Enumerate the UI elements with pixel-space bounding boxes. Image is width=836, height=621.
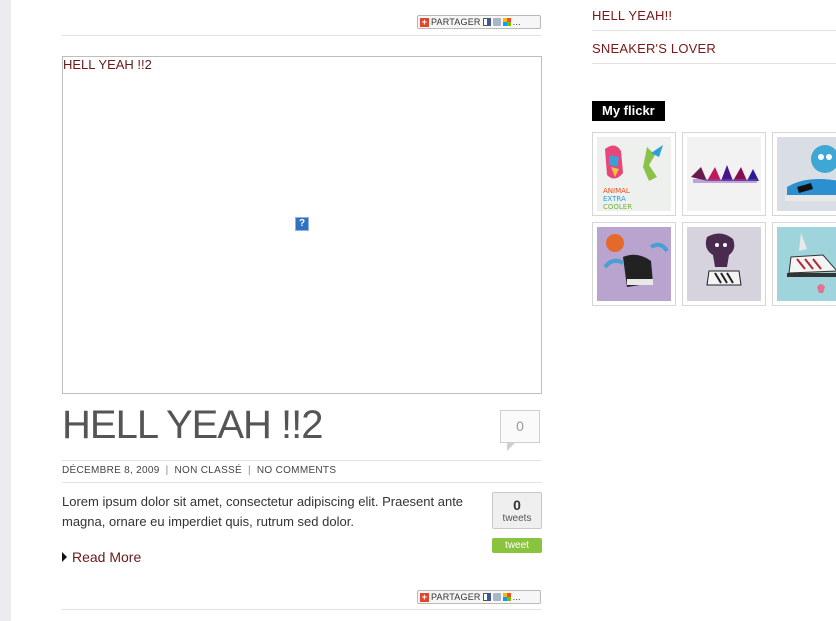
more-label: ... (512, 17, 521, 27)
tweet-button[interactable]: tweet (492, 538, 542, 553)
share-label: PARTAGER (431, 17, 481, 27)
divider (62, 35, 542, 36)
more-label: ... (512, 592, 521, 602)
svg-text:EXTRA: EXTRA (603, 195, 626, 203)
flickr-photo (777, 137, 836, 211)
delicious-icon (482, 18, 491, 26)
plus-icon: + (420, 591, 429, 602)
meta-separator: | (248, 465, 251, 476)
svg-text:COOLER: COOLER (603, 203, 632, 211)
svg-text:ANIMAL: ANIMAL (603, 187, 630, 195)
flickr-thumbnail[interactable] (772, 132, 836, 216)
divider (62, 460, 542, 461)
comment-count-bubble[interactable]: 0 (500, 410, 540, 451)
windows-icon (502, 18, 511, 26)
sidebar-divider (592, 30, 836, 31)
left-rail (0, 0, 11, 621)
divider (62, 609, 542, 610)
read-more-link[interactable]: Read More (62, 549, 141, 565)
sidebar-link-sneakers-lover[interactable]: SNEAKER'S LOVER (592, 41, 716, 56)
meta-separator: | (165, 465, 169, 476)
flickr-widget-title: My flickr (592, 101, 665, 121)
post-meta: DÉCEMBRE 8, 2009 | NON CLASSÉ | NO COMME… (62, 465, 336, 476)
tweet-counter: 0 tweets (492, 492, 542, 529)
comments-link[interactable]: NO COMMENTS (257, 465, 336, 476)
delicious-icon (482, 593, 491, 601)
digg-icon (492, 593, 501, 601)
flickr-photo (687, 227, 761, 301)
sidebar-divider (592, 63, 836, 64)
flickr-photo (597, 227, 671, 301)
flickr-photo (687, 137, 761, 211)
post-date: DÉCEMBRE 8, 2009 (62, 465, 160, 476)
plus-icon: + (420, 16, 429, 27)
flickr-photo (777, 227, 836, 301)
comment-count: 0 (516, 418, 524, 434)
post-category-link[interactable]: NON CLASSÉ (175, 465, 242, 476)
share-button[interactable]: + PARTAGER ... (417, 590, 541, 604)
tweet-count: 0 (513, 497, 521, 513)
flickr-thumbnail[interactable] (772, 222, 836, 306)
flickr-thumbnail[interactable]: ANIMAL EXTRA COOLER (592, 132, 676, 216)
digg-icon (492, 18, 501, 26)
share-label: PARTAGER (431, 592, 481, 602)
post-title[interactable]: HELL YEAH !!2 (62, 402, 323, 448)
flickr-photo: ANIMAL EXTRA COOLER (597, 137, 671, 211)
triangle-right-icon (62, 552, 67, 562)
post-image[interactable]: HELL YEAH !!2 ? (62, 56, 542, 394)
flickr-thumbnail[interactable] (592, 222, 676, 306)
flickr-thumbnail[interactable] (682, 132, 766, 216)
image-alt-text: HELL YEAH !!2 (63, 57, 152, 72)
post-excerpt: Lorem ipsum dolor sit amet, consectetur … (62, 494, 464, 529)
windows-icon (502, 593, 511, 601)
broken-image-icon: ? (295, 217, 309, 231)
share-button[interactable]: + PARTAGER ... (417, 15, 541, 29)
sidebar-link-hell-yeah[interactable]: HELL YEAH!! (592, 8, 672, 23)
tweet-count-label: tweets (502, 513, 532, 524)
flickr-thumbnail[interactable] (682, 222, 766, 306)
divider (62, 482, 542, 483)
read-more-label: Read More (72, 549, 142, 565)
